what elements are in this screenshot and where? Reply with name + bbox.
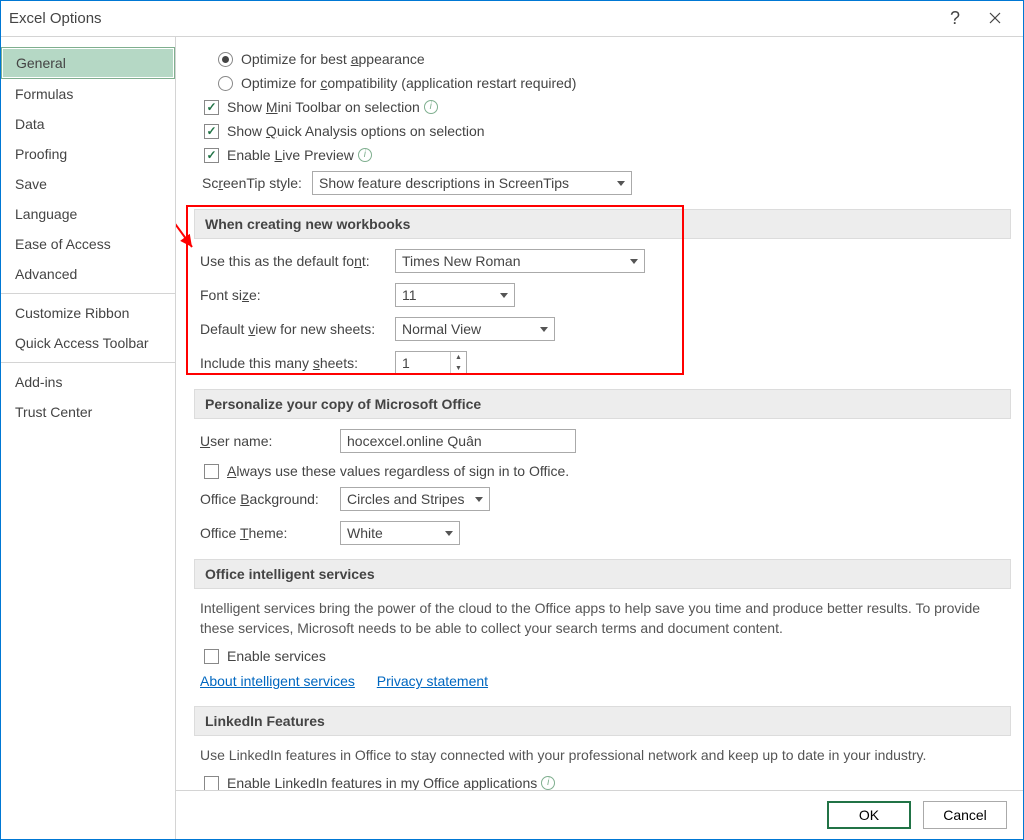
sidebar-item-customize-ribbon[interactable]: Customize Ribbon — [1, 298, 175, 328]
sidebar-item-formulas[interactable]: Formulas — [1, 79, 175, 109]
default-view-label: Default view for new sheets: — [200, 321, 395, 337]
checkbox-icon — [204, 148, 219, 163]
mini-toolbar-checkbox[interactable]: Show Mini Toolbar on selection — [180, 99, 1011, 115]
sidebar-item-proofing[interactable]: Proofing — [1, 139, 175, 169]
section-new-workbooks: When creating new workbooks — [194, 209, 1011, 239]
window-title: Excel Options — [9, 10, 935, 27]
sheets-count-label: Include this many sheets: — [200, 355, 395, 371]
combo-value: Normal View — [402, 321, 481, 337]
combo-value: Circles and Stripes — [347, 491, 465, 507]
default-font-label: Use this as the default font: — [200, 253, 395, 269]
dialog-footer: OK Cancel — [176, 790, 1023, 839]
radio-icon — [218, 52, 233, 67]
checkbox-icon — [204, 100, 219, 115]
screentip-label: ScreenTip style: — [202, 175, 312, 191]
chevron-down-icon[interactable]: ▼ — [451, 363, 466, 374]
optimize-compatibility-radio[interactable]: Optimize for compatibility (application … — [194, 75, 1011, 91]
username-input[interactable]: hocexcel.online Quân — [340, 429, 576, 453]
screentip-combo[interactable]: Show feature descriptions in ScreenTips — [312, 171, 632, 195]
ok-button[interactable]: OK — [827, 801, 911, 829]
sidebar-separator — [1, 362, 175, 363]
privacy-statement-link[interactable]: Privacy statement — [377, 673, 488, 689]
checkbox-label: Enable LinkedIn features in my Office ap… — [227, 775, 537, 790]
sidebar-item-trust-center[interactable]: Trust Center — [1, 397, 175, 427]
options-panel[interactable]: Optimize for best appearance Optimize fo… — [176, 37, 1023, 790]
sheets-count-spinner[interactable]: 1 ▲▼ — [395, 351, 467, 375]
live-preview-checkbox[interactable]: Enable Live Preview — [180, 147, 1011, 163]
sidebar-item-quick-access-toolbar[interactable]: Quick Access Toolbar — [1, 328, 175, 358]
office-background-combo[interactable]: Circles and Stripes — [340, 487, 490, 511]
enable-linkedin-checkbox[interactable]: Enable LinkedIn features in my Office ap… — [180, 775, 1011, 790]
office-theme-combo[interactable]: White — [340, 521, 460, 545]
about-intelligent-services-link[interactable]: About intelligent services — [200, 673, 355, 689]
info-icon[interactable] — [424, 100, 438, 114]
checkbox-icon — [204, 649, 219, 664]
quick-analysis-checkbox[interactable]: Show Quick Analysis options on selection — [180, 123, 1011, 139]
combo-value: White — [347, 525, 383, 541]
radio-label: Optimize for compatibility (application … — [241, 75, 576, 91]
section-linkedin: LinkedIn Features — [194, 706, 1011, 736]
checkbox-label: Always use these values regardless of si… — [227, 463, 569, 479]
sidebar-item-save[interactable]: Save — [1, 169, 175, 199]
sidebar-item-ease-of-access[interactable]: Ease of Access — [1, 229, 175, 259]
username-label: User name: — [200, 433, 340, 449]
default-font-combo[interactable]: Times New Roman — [395, 249, 645, 273]
checkbox-icon — [204, 464, 219, 479]
close-button[interactable] — [975, 11, 1015, 27]
linkedin-description: Use LinkedIn features in Office to stay … — [200, 746, 1011, 766]
annotation-arrow-icon — [176, 37, 196, 61]
office-theme-label: Office Theme: — [200, 525, 340, 541]
category-sidebar: GeneralFormulasDataProofingSaveLanguageE… — [1, 37, 176, 839]
excel-options-dialog: Excel Options ? GeneralFormulasDataProof… — [0, 0, 1024, 840]
combo-value: Times New Roman — [402, 253, 521, 269]
section-personalize: Personalize your copy of Microsoft Offic… — [194, 389, 1011, 419]
titlebar: Excel Options ? — [1, 1, 1023, 37]
chevron-up-icon[interactable]: ▲ — [451, 352, 466, 363]
sidebar-item-language[interactable]: Language — [1, 199, 175, 229]
section-intelligent-services: Office intelligent services — [194, 559, 1011, 589]
always-values-checkbox[interactable]: Always use these values regardless of si… — [180, 463, 1011, 479]
help-button[interactable]: ? — [935, 8, 975, 29]
info-icon[interactable] — [541, 776, 555, 790]
enable-services-checkbox[interactable]: Enable services — [180, 648, 1011, 664]
sidebar-item-general[interactable]: General — [1, 47, 175, 79]
checkbox-icon — [204, 124, 219, 139]
cancel-button[interactable]: Cancel — [923, 801, 1007, 829]
radio-icon — [218, 76, 233, 91]
combo-value: 11 — [402, 287, 417, 303]
combo-value: Show feature descriptions in ScreenTips — [319, 175, 569, 191]
sidebar-item-advanced[interactable]: Advanced — [1, 259, 175, 289]
font-size-label: Font size: — [200, 287, 395, 303]
office-background-label: Office Background: — [200, 491, 340, 507]
checkbox-label: Show Quick Analysis options on selection — [227, 123, 485, 139]
checkbox-label: Enable services — [227, 648, 326, 664]
sidebar-item-data[interactable]: Data — [1, 109, 175, 139]
checkbox-label: Enable Live Preview — [227, 147, 354, 163]
checkbox-icon — [204, 776, 219, 790]
optimize-appearance-radio[interactable]: Optimize for best appearance — [194, 51, 1011, 67]
info-icon[interactable] — [358, 148, 372, 162]
font-size-combo[interactable]: 11 — [395, 283, 515, 307]
default-view-combo[interactable]: Normal View — [395, 317, 555, 341]
sidebar-separator — [1, 293, 175, 294]
close-icon — [989, 12, 1001, 24]
textbox-value: hocexcel.online Quân — [347, 433, 482, 449]
checkbox-label: Show Mini Toolbar on selection — [227, 99, 420, 115]
intelligent-services-description: Intelligent services bring the power of … — [200, 599, 1011, 638]
radio-label: Optimize for best appearance — [241, 51, 425, 67]
spinner-value: 1 — [402, 355, 410, 371]
sidebar-item-add-ins[interactable]: Add-ins — [1, 367, 175, 397]
